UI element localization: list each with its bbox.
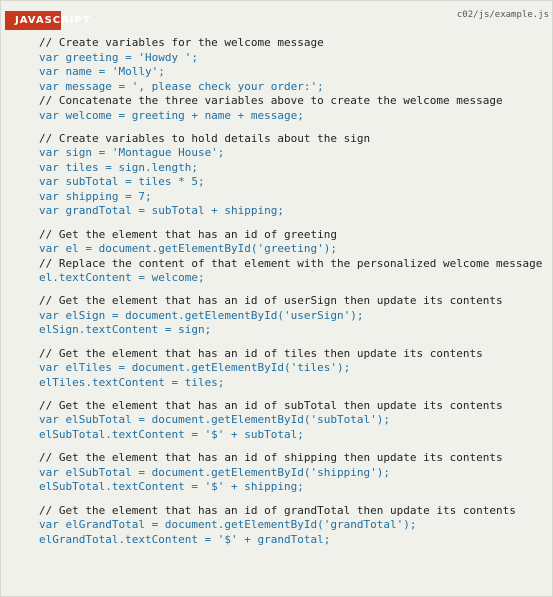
code-block: // Get the element that has an id of gre… xyxy=(39,228,549,286)
code-statement-line: elTiles.textContent = tiles; xyxy=(39,375,225,389)
code-statement-line: elSign.textContent = sign; xyxy=(39,323,212,337)
code-comment-line: // Concatenate the three variables above… xyxy=(39,94,503,107)
code-comment-line: // Get the element that has an id of gra… xyxy=(39,503,516,517)
code-block: // Get the element that has an id of sub… xyxy=(39,399,549,443)
code-comment-line: // Get the element that has an id of use… xyxy=(39,294,503,308)
code-comment-line: // Get the element that has an id of gre… xyxy=(39,227,338,241)
code-statement-line: var tiles = sign.length; xyxy=(39,160,198,174)
code-statement-line: var name = 'Molly'; xyxy=(39,65,165,78)
file-path: c02/js/example.js xyxy=(456,10,549,20)
code-statement-line: el.textContent = welcome; xyxy=(39,271,205,285)
code-statement-line: var elSubTotal = document.getElementById… xyxy=(39,413,390,427)
code-comment-line: // Create variables for the welcome mess… xyxy=(39,36,324,49)
code-statement-line: var elGrandTotal = document.getElementBy… xyxy=(39,518,417,532)
code-comment-line: // Get the element that has an id of shi… xyxy=(39,451,503,465)
code-comment-line: // Replace the content of that element w… xyxy=(39,256,543,270)
code-block: // Create variables to hold details abou… xyxy=(39,132,549,219)
code-statement-line: var grandTotal = subTotal + shipping; xyxy=(39,204,285,218)
code-statement-line: var message = ', please check your order… xyxy=(39,79,324,93)
code-block: // Get the element that has an id of use… xyxy=(39,294,549,338)
language-tag: JAVASCRIPT xyxy=(5,11,90,30)
code-listing: // Create variables for the welcome mess… xyxy=(39,36,549,556)
code-comment-line: // Create variables to hold details abou… xyxy=(39,131,371,145)
code-statement-line: var shipping = 7; xyxy=(39,189,152,203)
code-block: // Get the element that has an id of shi… xyxy=(39,451,549,495)
listing-header: JAVASCRIPT c02/js/example.js xyxy=(1,1,553,30)
code-statement-line: var greeting = 'Howdy '; xyxy=(39,50,198,64)
code-statement-line: var subTotal = tiles * 5; xyxy=(39,175,205,189)
code-listing-page: JAVASCRIPT c02/js/example.js // Create v… xyxy=(0,0,553,597)
code-comment-line: // Get the element that has an id of sub… xyxy=(39,398,503,412)
code-statement-line: elSubTotal.textContent = '$' + subTotal; xyxy=(39,427,304,441)
code-block: // Get the element that has an id of til… xyxy=(39,347,549,391)
code-statement-line: elSubTotal.textContent = '$' + shipping; xyxy=(39,480,304,494)
code-comment-line: // Get the element that has an id of til… xyxy=(39,346,483,360)
code-statement-line: var elTiles = document.getElementById('t… xyxy=(39,361,351,375)
code-statement-line: var elSubTotal = document.getElementById… xyxy=(39,465,390,479)
code-block: // Create variables for the welcome mess… xyxy=(39,36,549,123)
code-statement-line: var welcome = greeting + name + message; xyxy=(39,108,304,122)
code-statement-line: var sign = 'Montague House'; xyxy=(39,146,225,160)
code-statement-line: elGrandTotal.textContent = '$' + grandTo… xyxy=(39,532,331,546)
code-block: // Get the element that has an id of gra… xyxy=(39,504,549,548)
code-statement-line: var elSign = document.getElementById('us… xyxy=(39,308,364,322)
code-statement-line: var el = document.getElementById('greeti… xyxy=(39,242,338,256)
